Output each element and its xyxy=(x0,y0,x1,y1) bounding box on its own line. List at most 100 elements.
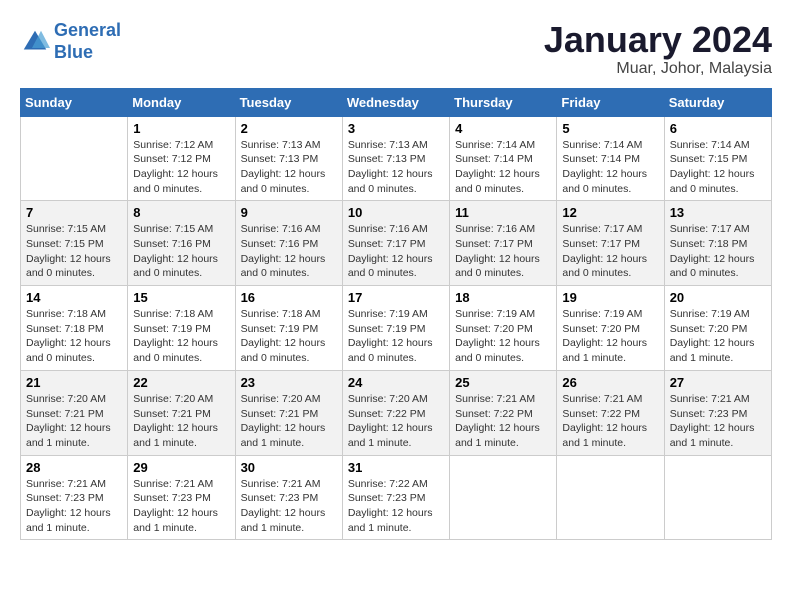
logo-line1: General xyxy=(54,20,121,40)
day-number: 8 xyxy=(133,205,229,220)
calendar-cell: 9 Sunrise: 7:16 AM Sunset: 7:16 PM Daylig… xyxy=(235,201,342,286)
calendar-cell: 21 Sunrise: 7:20 AM Sunset: 7:21 PM Dayli… xyxy=(21,370,128,455)
title-block: January 2024 Muar, Johor, Malaysia xyxy=(544,20,772,78)
day-number: 27 xyxy=(670,375,766,390)
day-info: Sunrise: 7:20 AM Sunset: 7:21 PM Dayligh… xyxy=(26,392,122,451)
calendar-cell: 3 Sunrise: 7:13 AM Sunset: 7:13 PM Daylig… xyxy=(342,116,449,201)
day-info: Sunrise: 7:14 AM Sunset: 7:14 PM Dayligh… xyxy=(562,138,658,197)
calendar-cell: 17Sunrise: 7:19 AM Sunset: 7:19 PM Dayli… xyxy=(342,286,449,371)
calendar-cell: 13 Sunrise: 7:17 AM Sunset: 7:18 PM Dayli… xyxy=(664,201,771,286)
day-info: Sunrise: 7:18 AM Sunset: 7:19 PM Dayligh… xyxy=(241,307,337,366)
day-info: Sunrise: 7:21 AM Sunset: 7:23 PM Dayligh… xyxy=(133,477,229,536)
calendar-cell: 19 Sunrise: 7:19 AM Sunset: 7:20 PM Dayli… xyxy=(557,286,664,371)
calendar-cell: 8 Sunrise: 7:15 AM Sunset: 7:16 PM Daylig… xyxy=(128,201,235,286)
day-number: 13 xyxy=(670,205,766,220)
weekday-header-wednesday: Wednesday xyxy=(342,88,449,116)
day-number: 14 xyxy=(26,290,122,305)
subtitle: Muar, Johor, Malaysia xyxy=(544,60,772,78)
calendar-week-2: 7Sunrise: 7:15 AM Sunset: 7:15 PM Daylig… xyxy=(21,201,772,286)
calendar-cell: 25 Sunrise: 7:21 AM Sunset: 7:22 PM Dayli… xyxy=(450,370,557,455)
calendar-cell: 12Sunrise: 7:17 AM Sunset: 7:17 PM Dayli… xyxy=(557,201,664,286)
weekday-header-monday: Monday xyxy=(128,88,235,116)
day-number: 19 xyxy=(562,290,658,305)
calendar-cell: 10Sunrise: 7:16 AM Sunset: 7:17 PM Dayli… xyxy=(342,201,449,286)
day-number: 22 xyxy=(133,375,229,390)
day-info: Sunrise: 7:19 AM Sunset: 7:20 PM Dayligh… xyxy=(562,307,658,366)
day-number: 26 xyxy=(562,375,658,390)
weekday-header-thursday: Thursday xyxy=(450,88,557,116)
logo: General Blue xyxy=(20,20,121,63)
day-number: 25 xyxy=(455,375,551,390)
day-number: 9 xyxy=(241,205,337,220)
calendar-cell: 26 Sunrise: 7:21 AM Sunset: 7:22 PM Dayli… xyxy=(557,370,664,455)
day-info: Sunrise: 7:20 AM Sunset: 7:22 PM Dayligh… xyxy=(348,392,444,451)
day-info: Sunrise: 7:18 AM Sunset: 7:19 PM Dayligh… xyxy=(133,307,229,366)
day-number: 20 xyxy=(670,290,766,305)
day-number: 16 xyxy=(241,290,337,305)
day-info: Sunrise: 7:15 AM Sunset: 7:16 PM Dayligh… xyxy=(133,222,229,281)
calendar-cell xyxy=(21,116,128,201)
calendar-week-1: 1Sunrise: 7:12 AM Sunset: 7:12 PM Daylig… xyxy=(21,116,772,201)
calendar-cell: 4Sunrise: 7:14 AM Sunset: 7:14 PM Daylig… xyxy=(450,116,557,201)
calendar-cell: 16 Sunrise: 7:18 AM Sunset: 7:19 PM Dayli… xyxy=(235,286,342,371)
day-info: Sunrise: 7:21 AM Sunset: 7:22 PM Dayligh… xyxy=(455,392,551,451)
day-info: Sunrise: 7:21 AM Sunset: 7:23 PM Dayligh… xyxy=(670,392,766,451)
day-number: 18 xyxy=(455,290,551,305)
day-number: 7 xyxy=(26,205,122,220)
main-title: January 2024 xyxy=(544,20,772,60)
day-number: 23 xyxy=(241,375,337,390)
day-info: Sunrise: 7:20 AM Sunset: 7:21 PM Dayligh… xyxy=(241,392,337,451)
day-info: Sunrise: 7:16 AM Sunset: 7:17 PM Dayligh… xyxy=(455,222,551,281)
calendar-cell xyxy=(450,455,557,540)
day-info: Sunrise: 7:18 AM Sunset: 7:18 PM Dayligh… xyxy=(26,307,122,366)
day-number: 4 xyxy=(455,121,551,136)
calendar-cell xyxy=(557,455,664,540)
logo-text: General Blue xyxy=(54,20,121,63)
day-info: Sunrise: 7:21 AM Sunset: 7:23 PM Dayligh… xyxy=(241,477,337,536)
day-info: Sunrise: 7:13 AM Sunset: 7:13 PM Dayligh… xyxy=(241,138,337,197)
logo-line2: Blue xyxy=(54,42,93,62)
day-number: 6 xyxy=(670,121,766,136)
calendar-cell: 7Sunrise: 7:15 AM Sunset: 7:15 PM Daylig… xyxy=(21,201,128,286)
day-info: Sunrise: 7:16 AM Sunset: 7:16 PM Dayligh… xyxy=(241,222,337,281)
day-info: Sunrise: 7:22 AM Sunset: 7:23 PM Dayligh… xyxy=(348,477,444,536)
calendar-cell: 27 Sunrise: 7:21 AM Sunset: 7:23 PM Dayli… xyxy=(664,370,771,455)
day-info: Sunrise: 7:19 AM Sunset: 7:20 PM Dayligh… xyxy=(670,307,766,366)
day-number: 21 xyxy=(26,375,122,390)
calendar-cell: 15 Sunrise: 7:18 AM Sunset: 7:19 PM Dayli… xyxy=(128,286,235,371)
calendar-cell: 11Sunrise: 7:16 AM Sunset: 7:17 PM Dayli… xyxy=(450,201,557,286)
day-number: 2 xyxy=(241,121,337,136)
calendar-cell: 1Sunrise: 7:12 AM Sunset: 7:12 PM Daylig… xyxy=(128,116,235,201)
day-number: 12 xyxy=(562,205,658,220)
calendar-week-3: 14 Sunrise: 7:18 AM Sunset: 7:18 PM Dayli… xyxy=(21,286,772,371)
day-info: Sunrise: 7:21 AM Sunset: 7:23 PM Dayligh… xyxy=(26,477,122,536)
calendar-cell: 2 Sunrise: 7:13 AM Sunset: 7:13 PM Daylig… xyxy=(235,116,342,201)
calendar-cell xyxy=(664,455,771,540)
calendar-cell: 23 Sunrise: 7:20 AM Sunset: 7:21 PM Dayli… xyxy=(235,370,342,455)
day-info: Sunrise: 7:12 AM Sunset: 7:12 PM Dayligh… xyxy=(133,138,229,197)
calendar-cell: 14 Sunrise: 7:18 AM Sunset: 7:18 PM Dayli… xyxy=(21,286,128,371)
calendar-cell: 20 Sunrise: 7:19 AM Sunset: 7:20 PM Dayli… xyxy=(664,286,771,371)
day-info: Sunrise: 7:19 AM Sunset: 7:20 PM Dayligh… xyxy=(455,307,551,366)
day-number: 17 xyxy=(348,290,444,305)
day-info: Sunrise: 7:13 AM Sunset: 7:13 PM Dayligh… xyxy=(348,138,444,197)
day-info: Sunrise: 7:16 AM Sunset: 7:17 PM Dayligh… xyxy=(348,222,444,281)
day-number: 24 xyxy=(348,375,444,390)
calendar-cell: 22 Sunrise: 7:20 AM Sunset: 7:21 PM Dayli… xyxy=(128,370,235,455)
day-number: 29 xyxy=(133,460,229,475)
calendar-cell: 31Sunrise: 7:22 AM Sunset: 7:23 PM Dayli… xyxy=(342,455,449,540)
page-header: General Blue January 2024 Muar, Johor, M… xyxy=(20,20,772,78)
calendar-week-5: 28 Sunrise: 7:21 AM Sunset: 7:23 PM Dayli… xyxy=(21,455,772,540)
calendar-cell: 28 Sunrise: 7:21 AM Sunset: 7:23 PM Dayli… xyxy=(21,455,128,540)
day-number: 30 xyxy=(241,460,337,475)
day-info: Sunrise: 7:21 AM Sunset: 7:22 PM Dayligh… xyxy=(562,392,658,451)
day-info: Sunrise: 7:20 AM Sunset: 7:21 PM Dayligh… xyxy=(133,392,229,451)
calendar-cell: 5Sunrise: 7:14 AM Sunset: 7:14 PM Daylig… xyxy=(557,116,664,201)
day-number: 15 xyxy=(133,290,229,305)
day-info: Sunrise: 7:14 AM Sunset: 7:15 PM Dayligh… xyxy=(670,138,766,197)
calendar-table: SundayMondayTuesdayWednesdayThursdayFrid… xyxy=(20,88,772,541)
weekday-header-sunday: Sunday xyxy=(21,88,128,116)
day-number: 28 xyxy=(26,460,122,475)
day-info: Sunrise: 7:17 AM Sunset: 7:18 PM Dayligh… xyxy=(670,222,766,281)
day-number: 3 xyxy=(348,121,444,136)
